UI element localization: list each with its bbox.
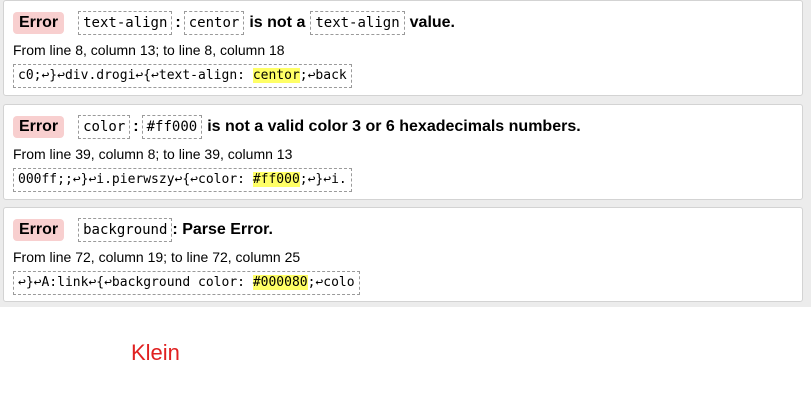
source-extract: ↩}↩A:link↩{↩background color: #000080;↩c… — [13, 271, 360, 295]
error-badge: Error — [13, 12, 65, 34]
value-code: #ff000 — [141, 115, 203, 139]
error-badge: Error — [13, 219, 65, 241]
message-text: is not a — [249, 14, 306, 31]
extract-before: ↩}↩A:link↩{↩background color: — [18, 275, 253, 290]
message-text: is not a valid color 3 or 6 hexadecimals… — [207, 118, 581, 135]
extract-highlight: #000080 — [252, 275, 308, 290]
error-location: From line 39, column 8; to line 39, colu… — [13, 146, 293, 162]
error-location: From line 8, column 13; to line 8, colum… — [13, 42, 285, 58]
error-message: Error color : #ff000 is not a valid colo… — [13, 113, 581, 141]
property-code: color — [78, 115, 131, 139]
separator: : — [133, 118, 139, 135]
error-item: Error color : #ff000 is not a valid colo… — [3, 104, 803, 200]
property-code: text-align — [78, 11, 173, 35]
source-extract: c0;↩}↩div.drogi↩{↩text-align: centor;↩ba… — [13, 64, 352, 88]
extract-after: ;↩}↩i. — [299, 172, 347, 187]
extract-before: c0;↩}↩div.drogi↩{↩text-align: — [18, 68, 253, 83]
error-item: Error text-align : centor is not a text-… — [3, 0, 803, 96]
separator: : — [175, 14, 181, 31]
extract-highlight: centor — [252, 68, 300, 83]
property-code: background — [78, 218, 173, 242]
validation-results: Error text-align : centor is not a text-… — [0, 0, 811, 307]
property-ref-code: text-align — [310, 11, 405, 35]
error-badge: Error — [13, 116, 65, 138]
message-end-text: value. — [409, 14, 455, 31]
error-message: Error text-align : centor is not a text-… — [13, 9, 455, 37]
error-item: Error background : Parse Error. From lin… — [3, 207, 803, 302]
message-text: : Parse Error. — [172, 221, 273, 238]
extract-after: ;↩back — [299, 68, 347, 83]
value-code: centor — [183, 11, 245, 35]
error-location: From line 72, column 19; to line 72, col… — [13, 249, 301, 265]
footer-label: Klein — [131, 340, 180, 365]
extract-before: 000ff;;↩}↩i.pierwszy↩{↩color: — [18, 172, 253, 187]
error-message: Error background : Parse Error. — [13, 216, 273, 244]
extract-highlight: #ff000 — [252, 172, 300, 187]
source-extract: 000ff;;↩}↩i.pierwszy↩{↩color: #ff000;↩}↩… — [13, 168, 352, 192]
extract-after: ;↩colo — [307, 275, 355, 290]
